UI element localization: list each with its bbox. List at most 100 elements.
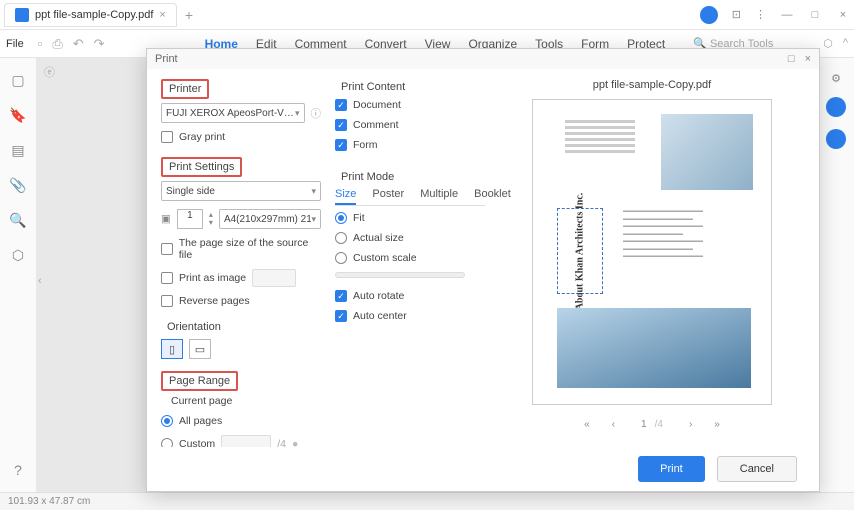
help-icon[interactable]: ? — [14, 462, 22, 478]
collate-icon[interactable]: ▣ — [161, 213, 171, 225]
app-icon — [15, 8, 29, 22]
duplex-select[interactable]: Single side▾ — [161, 181, 321, 201]
orientation-landscape-button[interactable]: ▭ — [189, 339, 211, 359]
document-tab[interactable]: ppt file-sample-Copy.pdf × — [4, 3, 177, 27]
preview-pager: « ‹ 1/4 › » — [499, 417, 805, 432]
custom-scale-slider — [335, 272, 465, 278]
close-tab-icon[interactable]: × — [159, 9, 165, 21]
tab-poster[interactable]: Poster — [372, 185, 404, 205]
range-help-icon[interactable]: ● — [292, 438, 298, 447]
content-comment-label: Comment — [353, 119, 399, 131]
size-custom-radio[interactable] — [335, 252, 347, 264]
size-fit-label: Fit — [353, 212, 365, 224]
file-menu[interactable]: File — [6, 38, 24, 50]
pager-next-button[interactable]: › — [685, 417, 696, 432]
print-mode-section-label: Print Mode — [335, 169, 400, 185]
printer-info-icon[interactable]: ⓘ — [311, 106, 322, 121]
print-as-image-checkbox[interactable] — [161, 272, 173, 284]
content-document-label: Document — [353, 99, 401, 111]
dialog-close-icon[interactable]: × — [805, 53, 811, 65]
total-pages-label: /4 — [277, 438, 286, 447]
page-size-source-label: The page size of the source file — [179, 237, 321, 261]
auto-rotate-checkbox[interactable]: ✓ — [335, 290, 347, 302]
size-fit-radio[interactable] — [335, 212, 347, 224]
print-mode-tabs: Size Poster Multiple Booklet — [335, 185, 485, 206]
pager-first-button[interactable]: « — [580, 417, 594, 432]
content-comment-checkbox[interactable]: ✓ — [335, 119, 347, 131]
auto-center-label: Auto center — [353, 310, 407, 322]
print-button[interactable]: Print — [638, 456, 705, 482]
auto-rotate-label: Auto rotate — [353, 290, 404, 302]
printer-select[interactable]: FUJI XEROX ApeosPort-VI C3370 ▾ — [161, 103, 305, 123]
properties-icon[interactable]: ⚙ — [831, 72, 841, 85]
preview-image-2 — [557, 308, 751, 388]
tab-label: ppt file-sample-Copy.pdf — [35, 9, 153, 21]
address-icon[interactable]: ⓔ — [44, 64, 55, 80]
minimize-button[interactable]: — — [780, 9, 794, 21]
copies-stepper[interactable]: ▴▾ — [209, 211, 213, 227]
cancel-button[interactable]: Cancel — [717, 456, 797, 482]
pager-last-button[interactable]: » — [710, 417, 724, 432]
gray-print-label: Gray print — [179, 131, 225, 143]
reverse-pages-label: Reverse pages — [179, 295, 250, 307]
preview-paragraph: ▬▬▬▬▬▬▬▬▬▬▬▬▬▬▬▬▬▬▬▬▬▬▬▬▬▬▬▬▬▬▬▬▬▬▬▬▬▬▬▬… — [623, 208, 753, 261]
printer-section-label: Printer — [161, 79, 209, 99]
expand-icon[interactable]: ^ — [843, 37, 848, 50]
prev-page-button[interactable]: ‹ — [38, 275, 56, 293]
reverse-pages-checkbox[interactable] — [161, 295, 173, 307]
translate-badge-icon[interactable] — [826, 129, 846, 149]
orientation-portrait-button[interactable]: ▯ — [161, 339, 183, 359]
print-settings-section-label: Print Settings — [161, 157, 242, 177]
printer-select-value: FUJI XEROX ApeosPort-VI C3370 — [166, 108, 295, 119]
dialog-title: Print — [155, 53, 178, 65]
right-sidebar: ⚙ — [818, 58, 854, 492]
custom-range-radio[interactable] — [161, 438, 173, 447]
feedback-icon[interactable]: ⊡ — [732, 8, 741, 21]
attachments-icon[interactable]: 📎 — [9, 177, 26, 194]
thumbnails-icon[interactable]: ▢ — [11, 72, 24, 89]
content-document-checkbox[interactable]: ✓ — [335, 99, 347, 111]
page-size-source-checkbox[interactable] — [161, 243, 173, 255]
print-as-image-dpi-input — [252, 269, 296, 287]
pager-page-value: 1/4 — [633, 417, 671, 432]
paper-size-select[interactable]: A4(210x297mm) 21…▾ — [219, 209, 321, 229]
save-icon[interactable]: ▫ — [38, 36, 43, 51]
preview-text-block — [565, 120, 635, 156]
custom-range-input — [221, 435, 271, 447]
ai-badge-icon[interactable] — [826, 97, 846, 117]
print-icon[interactable]: ⎙ — [52, 36, 62, 52]
chevron-down-icon: ▾ — [295, 108, 300, 119]
close-window-button[interactable]: × — [836, 9, 850, 21]
redo-icon[interactable]: ↷ — [94, 36, 105, 52]
maximize-button[interactable]: □ — [808, 9, 822, 21]
undo-icon[interactable]: ↶ — [73, 36, 84, 52]
print-preview-page: About Khan Architects Inc. ▬▬▬▬▬▬▬▬▬▬▬▬▬… — [532, 99, 772, 405]
print-as-image-label: Print as image — [179, 272, 246, 284]
more-icon[interactable]: ⋮ — [755, 8, 766, 21]
content-form-label: Form — [353, 139, 378, 151]
layers-icon[interactable]: ▤ — [11, 142, 24, 159]
dialog-maximize-icon[interactable]: □ — [788, 53, 795, 65]
all-pages-radio[interactable] — [161, 415, 173, 427]
bookmarks-icon[interactable]: 🔖 — [9, 107, 26, 124]
content-form-checkbox[interactable]: ✓ — [335, 139, 347, 151]
preview-rotated-title: About Khan Architects Inc. — [557, 208, 603, 294]
more-sidebar-icon[interactable]: ⬡ — [12, 247, 24, 264]
auto-center-checkbox[interactable]: ✓ — [335, 310, 347, 322]
tab-size[interactable]: Size — [335, 185, 356, 205]
new-tab-button[interactable]: + — [185, 7, 193, 23]
custom-range-label: Custom — [179, 438, 215, 447]
search-icon[interactable]: 🔍 — [9, 212, 26, 229]
size-actual-radio[interactable] — [335, 232, 347, 244]
left-sidebar: ▢ 🔖 ▤ 📎 🔍 ⬡ ? — [0, 58, 36, 492]
copies-input[interactable]: 1 — [177, 209, 203, 229]
cloud-icon[interactable]: ⬡ — [823, 37, 833, 50]
size-actual-label: Actual size — [353, 232, 404, 244]
tab-multiple[interactable]: Multiple — [420, 185, 458, 205]
page-range-section-label: Page Range — [161, 371, 238, 391]
pager-prev-button[interactable]: ‹ — [608, 417, 619, 432]
gray-print-checkbox[interactable] — [161, 131, 173, 143]
all-pages-label: All pages — [179, 415, 222, 427]
status-dimensions: 101.93 x 47.87 cm — [8, 496, 90, 507]
user-avatar[interactable] — [700, 6, 718, 24]
